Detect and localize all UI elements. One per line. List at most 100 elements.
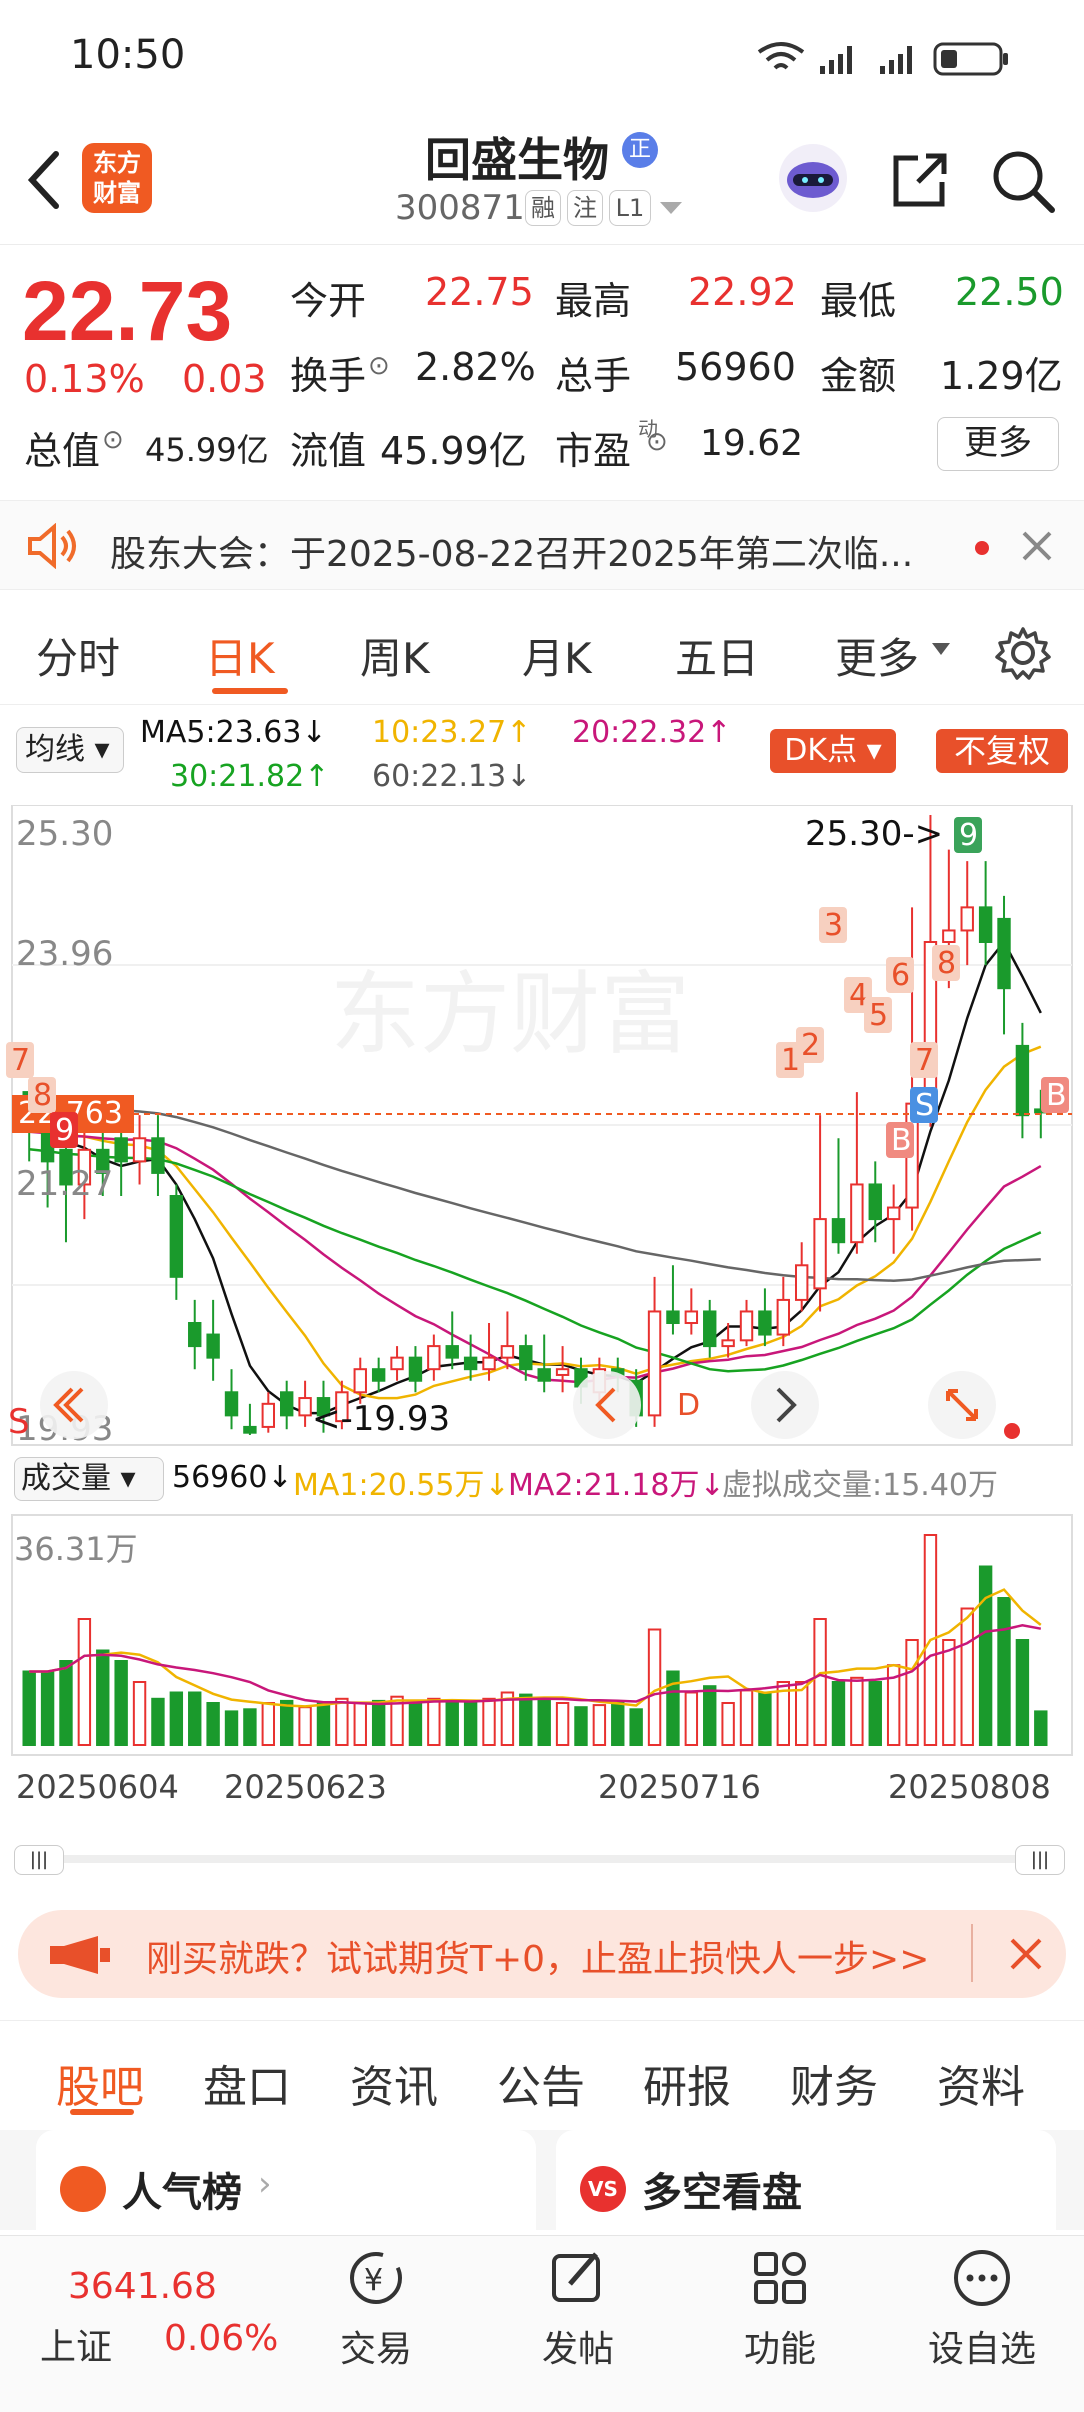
volume-bar [647,1628,662,1746]
nav-post[interactable]: 发帖 [518,2246,638,2372]
info-icon[interactable]: ⊙ [646,427,668,457]
volume-selector[interactable]: 成交量 ▾ [14,1457,164,1501]
ma5-value: MA5:23.63↓ [140,715,327,750]
nav-trade[interactable]: ¥ 交易 [316,2246,436,2372]
tab-finance[interactable]: 财务 [790,2051,878,2115]
volume-bar [537,1697,551,1746]
popularity-card[interactable]: 人气榜 › [36,2130,536,2230]
trade-icon: ¥ [350,2252,402,2304]
nav-features[interactable]: 功能 [720,2246,840,2372]
stock-name: 回盛生物 [425,133,609,187]
tab-more[interactable]: 更多 [835,625,919,686]
volume-bar [739,1689,754,1747]
close-icon[interactable] [1022,531,1052,561]
bottom-nav: 3641.68 上证 0.06% ¥ 交易 发帖 功能 设自选 [0,2235,1084,2412]
megaphone-icon [50,1936,110,1974]
nav-label: 功能 [743,2329,816,2370]
volume-bar [96,1649,110,1746]
more-button[interactable]: 更多 [937,417,1059,471]
volume-label: 总手 [555,354,632,398]
adjust-button[interactable]: 不复权 [936,729,1068,773]
date-label: 20250623 [224,1768,387,1806]
tag-margin: 融 [525,190,561,226]
volume-bar [298,1706,312,1747]
candle-body [647,1310,662,1417]
tab-weekly-k[interactable]: 周K [360,625,430,686]
candle-body [537,1368,551,1382]
volume-bar [206,1702,220,1746]
prev-button [573,1371,641,1439]
signal-label: B [891,1123,912,1158]
candle-body [463,1356,478,1371]
scroll-handle-left[interactable]: ||| [14,1845,64,1875]
tab-five-day[interactable]: 五日 [675,625,759,686]
volume-ma1: MA1:20.55万↓ [293,1468,510,1503]
tag-registered: 注 [567,190,603,226]
wifi-icon [757,42,805,70]
robot-assistant-icon[interactable] [775,140,851,216]
back-icon[interactable] [24,150,64,210]
volume-bar [519,1693,533,1746]
tab-monthly-k[interactable]: 月K [522,625,592,686]
feature-cards: 人气榜 › VS 多空看盘 [0,2130,1084,2230]
dk-point-label: DK点 [784,733,858,768]
notice-bar[interactable]: 股东大会：于2025-08-22召开2025年第二次临... [0,500,1084,590]
low-value: 22.50 [955,270,1064,314]
float-value: 45.99亿 [380,429,527,473]
card-title: 多空看盘 [642,2170,802,2216]
candle-body [813,1218,827,1290]
stock-code: 300871 [395,188,525,228]
tag-level: L1 [609,190,651,226]
quote-panel: 22.73 0.13% 0.03 今开 22.75 最高 22.92 最低 22… [0,245,1084,495]
share-icon[interactable] [888,148,952,212]
candle-body [500,1345,515,1359]
scroll-handle-right[interactable]: ||| [1015,1845,1065,1875]
volume-selector-label: 成交量 [21,1461,111,1496]
kline-chart[interactable]: 东方财富 22.763 25.30 23.96 21.27 19.93 25.3… [0,805,1084,1865]
candle-body [684,1310,699,1325]
nav-watchlist[interactable]: 设自选 [922,2246,1042,2372]
candle-body [261,1402,276,1428]
notice-text: 股东大会：于2025-08-22召开2025年第二次临... [110,534,914,575]
tab-timeshare[interactable]: 分时 [36,625,120,686]
chart-scrollbar[interactable] [14,1855,1064,1863]
next-button [751,1371,819,1439]
nav-label: 发帖 [541,2329,614,2370]
info-icon[interactable]: ⊙ [102,425,124,455]
open-value: 22.75 [425,270,534,314]
candle-body [371,1368,386,1382]
app-logo: 东方财富 [82,143,152,213]
tab-profile[interactable]: 资料 [937,2051,1025,2115]
low-label: 最低 [820,279,897,323]
volume-bar [353,1702,367,1746]
signal-label: 8 [33,1078,52,1113]
dropdown-icon[interactable] [660,202,682,216]
volume-bar [77,1618,92,1746]
volume-bar [335,1697,349,1746]
info-icon[interactable]: ⊙ [368,351,390,381]
ma-selector[interactable]: 均线 ▾ [16,727,124,773]
search-icon[interactable] [990,148,1056,214]
tab-news[interactable]: 资讯 [350,2051,438,2115]
candle-body [960,906,974,932]
tab-announcements[interactable]: 公告 [497,2051,585,2115]
volume-ma2: MA2:21.18万↓ [508,1468,725,1503]
tab-daily-k[interactable]: 日K [205,625,275,686]
close-icon[interactable] [1010,1938,1042,1970]
ranking-icon [60,2166,106,2212]
long-short-card[interactable]: VS 多空看盘 [556,2130,1056,2230]
period-tabs: 分时 日K 周K 月K 五日 更多 [0,595,1084,705]
tab-research[interactable]: 研报 [643,2051,731,2115]
candle-body [482,1356,496,1371]
tab-guba[interactable]: 股吧 [56,2051,144,2115]
promo-banner[interactable]: 刚买就跌？试试期货T+0，止盈止损快人一步>> [18,1910,1066,1998]
logo-text: 东方财富 [93,149,141,207]
ma-selector-label: 均线 [25,732,85,767]
volume-top-label: 36.31万 [14,1530,138,1568]
tab-pankou[interactable]: 盘口 [203,2051,291,2115]
card-title: 人气榜 [122,2170,242,2216]
gear-icon[interactable] [995,625,1051,681]
stock-header: 东方财富 回盛生物 正 300871 融 注 L1 [0,110,1084,245]
volume-bar [850,1676,864,1746]
dk-point-button[interactable]: DK点 ▾ [770,729,896,773]
